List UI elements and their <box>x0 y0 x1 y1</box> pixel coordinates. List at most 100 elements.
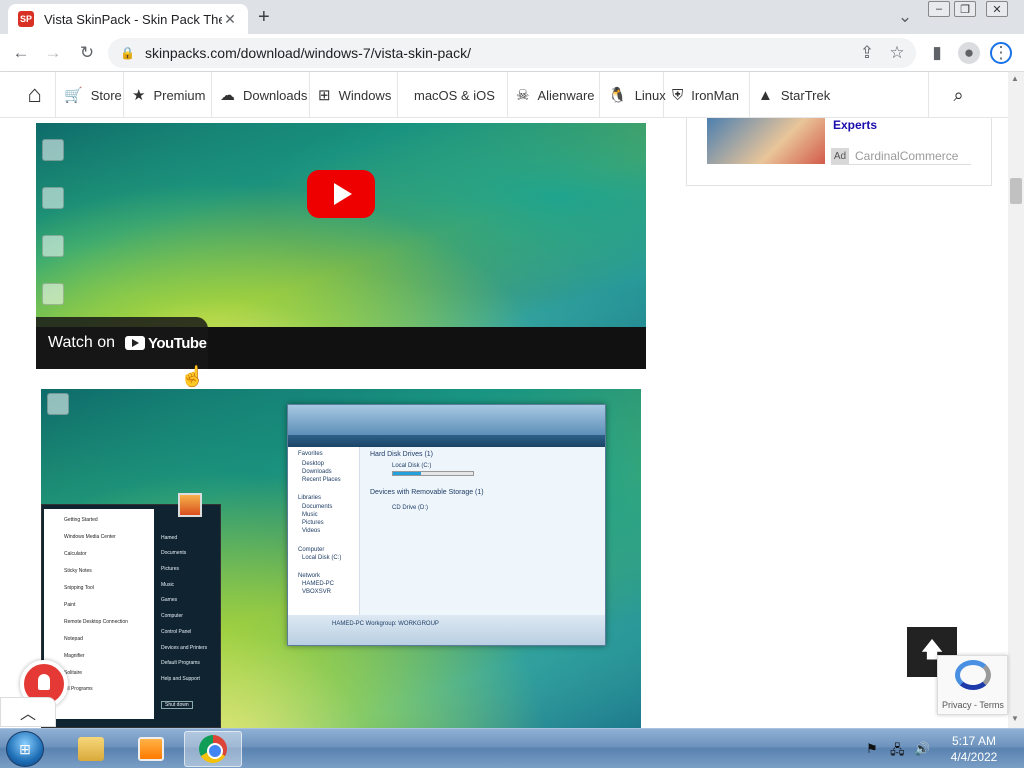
computer-desktop-icon <box>42 139 64 161</box>
search-icon[interactable]: ⌕ <box>928 72 988 118</box>
recycle-bin-desktop-icon <box>42 187 64 209</box>
start-button[interactable]: ⊞ <box>6 731 44 767</box>
scrollbar-thumb[interactable] <box>1010 178 1022 204</box>
shutdown-button: Shut down <box>161 701 193 709</box>
restore-button[interactable]: ❐ <box>954 1 976 17</box>
nav-label: Windows <box>338 87 392 103</box>
scroll-down-arrow-icon[interactable]: ▼ <box>1011 714 1019 723</box>
side-panel-icon[interactable]: ▮ <box>926 42 948 64</box>
ad-title[interactable]: Experts <box>833 118 877 132</box>
start-item: Windows Media Center <box>64 534 116 540</box>
bookmark-star-icon[interactable]: ☆ <box>886 42 908 64</box>
taskbar-explorer[interactable] <box>62 731 120 767</box>
ad-divider <box>831 164 971 165</box>
chrome-menu-icon[interactable]: ⋮ <box>990 42 1012 64</box>
nav-pane-item: HAMED-PC <box>302 581 335 587</box>
nav-pane-item: Recent Places <box>302 477 341 483</box>
start-item: Sticky Notes <box>64 568 92 574</box>
nav-item-macos[interactable]: macOS & iOS <box>398 72 508 118</box>
nav-pane-item: Pictures <box>302 520 324 526</box>
browser-tab[interactable]: SP Vista SkinPack - Skin Pack Theme ✕ <box>8 4 248 34</box>
nav-label: StarTrek <box>780 87 831 103</box>
network-icon[interactable]: 🖧 <box>890 741 905 763</box>
nav-item-windows[interactable]: ⊞ Windows <box>310 72 398 118</box>
taskbar-media-player[interactable] <box>122 731 180 767</box>
clock-time: 5:17 AM <box>951 734 997 748</box>
start-item: Magnifier <box>64 653 85 659</box>
action-center-flag-icon[interactable]: ⚑ <box>866 741 878 757</box>
home-icon[interactable]: ⌂ <box>14 72 56 118</box>
nav-label: Downloads <box>243 87 308 103</box>
explorer-commandbar <box>288 435 605 447</box>
hdd-section-header: Hard Disk Drives (1) <box>370 451 434 458</box>
start-item: Remote Desktop Connection <box>64 619 128 625</box>
chevron-up-icon[interactable]: ︿ <box>0 697 56 727</box>
reload-icon[interactable]: ↻ <box>76 42 98 64</box>
close-window-button[interactable]: ✕ <box>986 1 1008 17</box>
nav-pane-item: Favorites <box>298 451 323 457</box>
start-place: Help and Support <box>161 676 200 682</box>
explorer-window: Favorites Desktop Downloads Recent Place… <box>287 404 606 646</box>
nav-pane-item: Videos <box>302 528 321 534</box>
media-player-icon <box>138 737 164 761</box>
nav-pane-item: Local Disk (C:) <box>302 555 342 561</box>
nav-pane-item: Desktop <box>302 461 325 467</box>
start-item: Solitaire <box>64 670 83 676</box>
alien-icon: ☠ <box>516 87 530 104</box>
nav-item-downloads[interactable]: ☁ Downloads <box>212 72 310 118</box>
site-navigation: ⌂ 🛒 Store ★ Premium ☁ Downloads ⊞ Windows ma… <box>0 72 1008 118</box>
share-icon[interactable]: ⇪ <box>856 42 878 64</box>
nav-pane-item: Libraries <box>298 495 322 501</box>
ironman-icon: ⛨ <box>672 86 684 104</box>
youtube-logo-icon: YouTube <box>125 334 207 352</box>
page-scrollbar[interactable]: ▲ ▼ <box>1008 72 1024 728</box>
nav-label: Alienware <box>537 87 595 103</box>
start-place: Documents <box>161 550 187 556</box>
nav-pane-item: Downloads <box>302 469 332 475</box>
nav-item-ironman[interactable]: ⛨ IronMan <box>664 72 750 118</box>
youtube-label: YouTube <box>148 334 207 352</box>
minimize-button[interactable]: – <box>928 1 950 17</box>
ad-image <box>707 118 825 164</box>
local-disk-label: Local Disk (C:) <box>392 463 432 469</box>
profile-avatar-icon[interactable]: ● <box>958 42 980 64</box>
ad-card[interactable]: Experts Ad CardinalCommerce <box>686 118 992 186</box>
page-content: Watch on YouTube Favorites Desktop Downl… <box>0 118 1008 728</box>
start-place: Games <box>161 597 178 603</box>
explorer-nav-pane: Favorites Desktop Downloads Recent Place… <box>288 447 360 617</box>
nav-item-premium[interactable]: ★ Premium <box>124 72 212 118</box>
youtube-video-embed[interactable]: Watch on YouTube <box>36 123 646 369</box>
start-place: Computer <box>161 613 183 619</box>
nav-item-linux[interactable]: 🐧 Linux <box>600 72 666 118</box>
system-clock[interactable]: 5:17 AM 4/4/2022 <box>938 733 1010 765</box>
new-tab-button[interactable]: + <box>258 6 270 29</box>
tab-title: Vista SkinPack - Skin Pack Theme <box>44 11 222 27</box>
nav-pane-item: VBOXSVR <box>302 589 332 595</box>
nav-item-store[interactable]: 🛒 Store <box>56 72 124 118</box>
windows-taskbar: ⊞ ⚑ 🖧 🔊 5:17 AM 4/4/2022 <box>0 728 1024 768</box>
recaptcha-badge[interactable]: Privacy - Terms <box>937 655 1008 715</box>
close-tab-icon[interactable]: ✕ <box>222 11 238 28</box>
start-item: Paint <box>64 602 76 608</box>
skinpack-favicon-icon: SP <box>18 11 34 27</box>
nav-label: Premium <box>153 87 206 103</box>
forward-arrow-icon[interactable]: → <box>42 42 64 64</box>
start-place: Hamed <box>161 535 178 541</box>
scroll-up-arrow-icon[interactable]: ▲ <box>1011 74 1019 83</box>
watch-on-youtube-button[interactable]: Watch on YouTube <box>36 317 208 369</box>
start-place: Devices and Printers <box>161 645 208 651</box>
nav-label: macOS & iOS <box>414 87 495 103</box>
taskbar-chrome[interactable] <box>184 731 242 767</box>
nav-item-startrek[interactable]: ▲ StarTrek <box>750 72 836 118</box>
tab-search-chevron-icon[interactable]: ⌄ <box>894 6 916 28</box>
nav-item-alienware[interactable]: ☠ Alienware <box>508 72 600 118</box>
removable-section-header: Devices with Removable Storage (1) <box>370 489 484 496</box>
address-bar[interactable]: 🔒 skinpacks.com/download/windows-7/vista… <box>108 38 916 68</box>
back-arrow-icon[interactable]: ← <box>10 42 32 64</box>
youtube-play-button[interactable] <box>307 170 375 218</box>
start-item: All Programs <box>64 686 93 692</box>
recaptcha-links[interactable]: Privacy - Terms <box>942 700 1004 710</box>
volume-icon[interactable]: 🔊 <box>914 741 930 757</box>
windows-logo-icon: ⊞ <box>318 87 331 104</box>
nav-pane-item: Computer <box>298 547 325 553</box>
